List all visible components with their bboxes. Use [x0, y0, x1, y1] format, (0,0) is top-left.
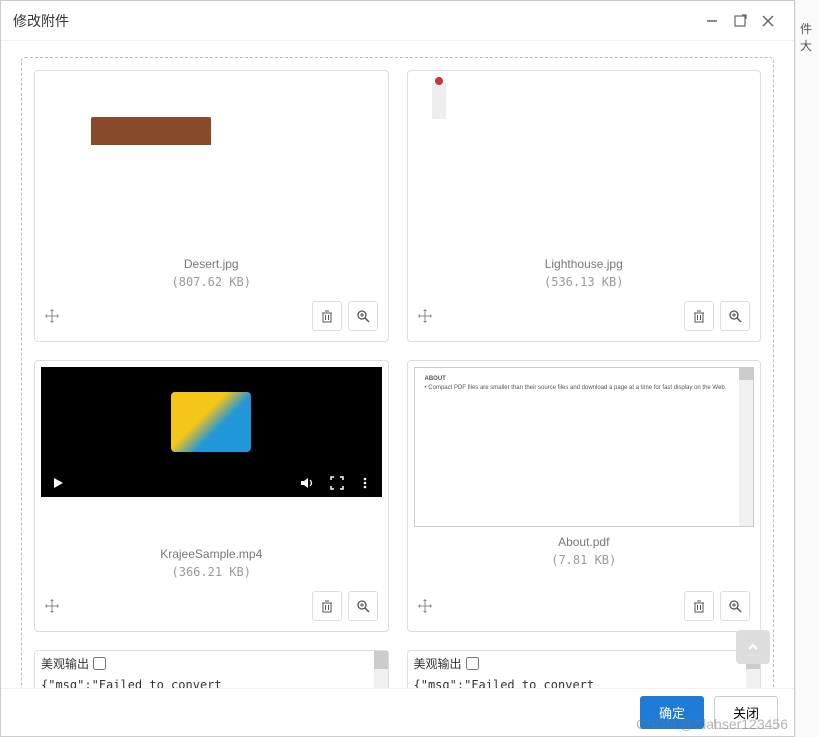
pdf-heading: ABOUT: [425, 376, 730, 382]
dialog-footer: 确定 关闭: [1, 688, 794, 736]
output-label: 美观输出: [41, 655, 89, 672]
zoom-in-icon: [728, 599, 742, 613]
more-button[interactable]: [358, 476, 372, 490]
file-actions: [41, 587, 382, 625]
play-icon: [51, 476, 65, 490]
maximize-button[interactable]: [726, 7, 754, 35]
confirm-button[interactable]: 确定: [640, 696, 704, 729]
close-window-button[interactable]: [754, 7, 782, 35]
output-card: 美观输出 {"msg":"Failed to convert: [407, 650, 762, 688]
file-size: (366.21 KB): [45, 565, 378, 579]
content-area: Desert.jpg (807.62 KB): [1, 41, 794, 688]
zoom-in-icon: [728, 309, 742, 323]
output-card: 美观输出 {"msg":"Failed to convert: [34, 650, 389, 688]
scroll-to-top-button[interactable]: [736, 630, 770, 664]
zoom-button[interactable]: [348, 301, 378, 331]
file-size: (7.81 KB): [418, 553, 751, 567]
drag-icon: [418, 309, 432, 323]
video-thumbnail: [171, 392, 251, 452]
trash-icon: [320, 599, 334, 613]
drag-icon: [418, 599, 432, 613]
image-content: [91, 117, 211, 145]
fullscreen-button[interactable]: [330, 476, 344, 490]
pretty-output-checkbox[interactable]: [93, 657, 106, 670]
file-name: Lighthouse.jpg: [418, 257, 751, 271]
close-icon: [761, 14, 775, 28]
file-dropzone[interactable]: Desert.jpg (807.62 KB): [21, 57, 774, 688]
minimize-icon: [705, 14, 719, 28]
output-label: 美观输出: [414, 655, 462, 672]
minimize-button[interactable]: [698, 7, 726, 35]
zoom-button[interactable]: [720, 301, 750, 331]
file-actions: [414, 587, 755, 625]
file-card: Lighthouse.jpg (536.13 KB): [407, 70, 762, 342]
file-actions: [41, 297, 382, 335]
file-card: KrajeeSample.mp4 (366.21 KB): [34, 360, 389, 632]
scrollbar-thumb[interactable]: [374, 651, 388, 669]
trash-icon: [692, 599, 706, 613]
output-json: {"msg":"Failed to convert: [414, 678, 741, 688]
volume-icon: [300, 476, 316, 490]
zoom-button[interactable]: [348, 591, 378, 621]
file-name: About.pdf: [418, 535, 751, 549]
file-meta: KrajeeSample.mp4 (366.21 KB): [41, 527, 382, 587]
file-meta: Lighthouse.jpg (536.13 KB): [414, 237, 755, 297]
drag-handle[interactable]: [418, 599, 442, 613]
background-panel: 件大: [795, 0, 819, 737]
more-icon: [358, 476, 372, 490]
file-size: (536.13 KB): [418, 275, 751, 289]
titlebar: 修改附件: [1, 1, 794, 41]
file-name: Desert.jpg: [45, 257, 378, 271]
delete-button[interactable]: [312, 301, 342, 331]
file-meta: Desert.jpg (807.62 KB): [41, 237, 382, 297]
drag-icon: [45, 309, 59, 323]
drag-handle[interactable]: [418, 309, 442, 323]
drag-handle[interactable]: [45, 599, 69, 613]
drag-handle[interactable]: [45, 309, 69, 323]
scrollbar-thumb[interactable]: [739, 368, 753, 380]
delete-button[interactable]: [684, 301, 714, 331]
zoom-in-icon: [356, 309, 370, 323]
output-json: {"msg":"Failed to convert: [41, 678, 368, 688]
chevron-up-icon: [746, 640, 760, 654]
file-grid: Desert.jpg (807.62 KB): [34, 70, 761, 688]
file-preview-image: [41, 77, 382, 237]
video-controls: [41, 469, 382, 497]
file-card: ABOUT • Compact PDF files are smaller th…: [407, 360, 762, 632]
zoom-button[interactable]: [720, 591, 750, 621]
file-name: KrajeeSample.mp4: [45, 547, 378, 561]
play-button[interactable]: [51, 476, 65, 490]
file-preview-pdf: ABOUT • Compact PDF files are smaller th…: [414, 367, 755, 527]
fullscreen-icon: [330, 476, 344, 490]
zoom-in-icon: [356, 599, 370, 613]
drag-icon: [45, 599, 59, 613]
trash-icon: [692, 309, 706, 323]
output-scrollbar[interactable]: [374, 651, 388, 688]
file-preview-image: [414, 77, 755, 237]
pretty-output-checkbox[interactable]: [466, 657, 479, 670]
pdf-text: • Compact PDF files are smaller than the…: [425, 384, 730, 392]
side-text: 件大: [796, 0, 819, 74]
output-header: 美观输出: [41, 655, 368, 672]
output-header: 美观输出: [414, 655, 741, 672]
file-card: Desert.jpg (807.62 KB): [34, 70, 389, 342]
file-size: (807.62 KB): [45, 275, 378, 289]
trash-icon: [320, 309, 334, 323]
pdf-page: ABOUT • Compact PDF files are smaller th…: [415, 368, 740, 526]
delete-button[interactable]: [312, 591, 342, 621]
file-preview-video: [41, 367, 382, 527]
dialog: 修改附件 Desert.jpg: [0, 0, 795, 737]
image-content: [432, 83, 446, 119]
video-player[interactable]: [41, 367, 382, 497]
pdf-scrollbar[interactable]: [739, 368, 753, 526]
file-actions: [414, 297, 755, 335]
dialog-title: 修改附件: [13, 11, 698, 31]
volume-button[interactable]: [300, 476, 316, 490]
file-meta: About.pdf (7.81 KB): [414, 527, 755, 587]
delete-button[interactable]: [684, 591, 714, 621]
close-button[interactable]: 关闭: [714, 696, 778, 729]
maximize-icon: [733, 14, 747, 28]
